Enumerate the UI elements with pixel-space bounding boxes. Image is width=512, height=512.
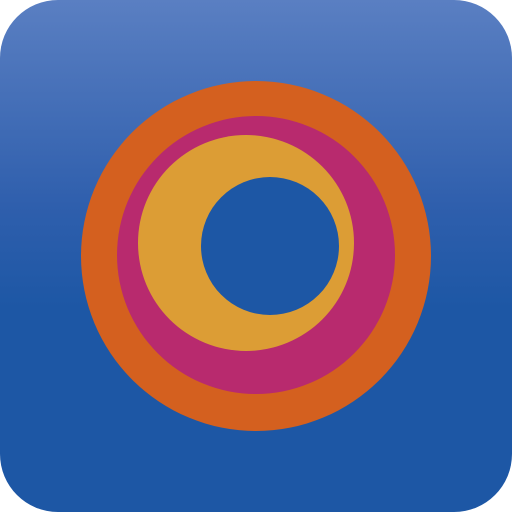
app-icon[interactable] — [0, 0, 512, 512]
concentric-rings-icon — [81, 81, 431, 431]
center-hole — [201, 177, 339, 315]
